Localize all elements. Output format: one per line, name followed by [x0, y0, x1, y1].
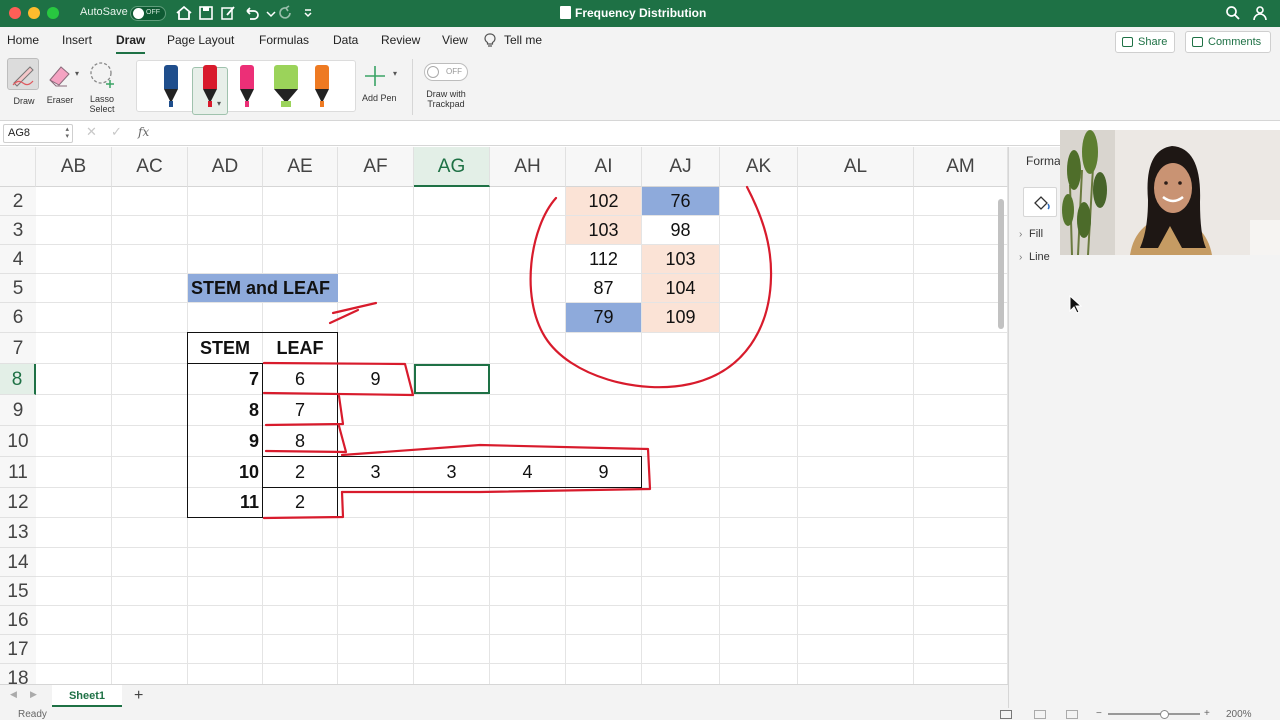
customize-toolbar-icon[interactable] — [299, 4, 317, 22]
redo-icon[interactable] — [276, 4, 294, 22]
home-icon[interactable] — [175, 4, 193, 22]
toggle-knob — [133, 8, 144, 19]
add-pen-plus-icon — [365, 66, 385, 86]
trackpad-label-line1: Draw with — [426, 89, 466, 99]
tab-draw[interactable]: Draw — [116, 33, 146, 54]
toggle-knob — [427, 66, 439, 78]
lasso-label-line2: Select — [89, 104, 115, 114]
eraser-dropdown-icon[interactable]: ▾ — [75, 69, 79, 78]
pen-palette: ▾ — [136, 60, 356, 115]
name-box-value: AG8 — [8, 127, 31, 139]
excel-window: AutoSave OFF Frequency Distribution Home… — [0, 0, 1280, 720]
add-pen-label: Add Pen — [362, 93, 397, 103]
blue-pen-icon[interactable] — [163, 65, 179, 109]
trackpad-label: Draw with Trackpad — [418, 89, 474, 109]
lasso-icon — [90, 62, 114, 88]
ribbon-divider — [412, 59, 413, 115]
ribbon-tabs: Home Insert Draw Page Layout Formulas Da… — [0, 27, 1280, 55]
ink-annotations — [262, 185, 773, 520]
spreadsheet-grid[interactable]: AB AC AD AE AF AG AH AI AJ AK AL AM 2 3 4 5 6 7 8 9 10 11 12 1… — [0, 147, 1008, 684]
account-icon[interactable] — [1251, 4, 1269, 22]
next-sheet-icon[interactable]: ▶ — [30, 689, 37, 700]
page-break-view-icon[interactable] — [1066, 710, 1078, 719]
comment-icon — [1192, 37, 1203, 47]
undo-icon[interactable] — [242, 4, 260, 22]
vertical-scrollbar[interactable] — [998, 199, 1004, 329]
comments-button[interactable]: Comments — [1185, 31, 1271, 53]
close-window-button[interactable] — [9, 7, 21, 19]
eraser-tool-button[interactable]: Eraser — [45, 60, 75, 105]
trackpad-label-line2: Trackpad — [427, 99, 465, 109]
normal-view-icon[interactable] — [1000, 710, 1012, 719]
tab-view[interactable]: View — [442, 33, 468, 47]
tab-review[interactable]: Review — [381, 33, 420, 47]
document-title-text: Frequency Distribution — [575, 6, 707, 20]
green-highlighter-icon[interactable] — [273, 65, 299, 109]
sheet-tab-bar: ◀ ▶ Sheet1 + — [0, 684, 1008, 708]
pen-draw-icon — [12, 66, 34, 87]
sheet-tab-sheet1[interactable]: Sheet1 — [52, 685, 122, 707]
share-icon — [1122, 37, 1133, 47]
paint-bucket-icon — [1034, 196, 1050, 210]
tab-page-layout[interactable]: Page Layout — [167, 33, 234, 47]
cancel-entry-icon[interactable]: ✕ — [86, 124, 97, 140]
add-pen-dropdown-icon: ▾ — [393, 69, 398, 78]
eraser-icon — [49, 66, 70, 87]
save-icon[interactable] — [197, 4, 215, 22]
lasso-label-line1: Lasso — [89, 94, 115, 104]
document-title: Frequency Distribution — [560, 6, 706, 20]
fill-chevron-icon[interactable]: › — [1019, 229, 1022, 240]
search-icon[interactable] — [1224, 4, 1242, 22]
add-sheet-icon[interactable]: + — [134, 687, 143, 705]
name-box[interactable]: AG8 ▴ ▾ — [3, 124, 73, 143]
zoom-slider-knob[interactable] — [1160, 710, 1169, 719]
zoom-level[interactable]: 200% — [1226, 709, 1252, 720]
share-label: Share — [1138, 36, 1168, 48]
draw-ribbon: Draw Eraser ▾ Lasso Select ▾ ▾ Add Pen O… — [0, 55, 1280, 121]
lasso-select-button[interactable]: Lasso Select — [88, 60, 118, 114]
tab-insert[interactable]: Insert — [62, 33, 92, 47]
zoom-slider[interactable] — [1108, 713, 1200, 715]
webcam-overlay — [1060, 130, 1280, 255]
confirm-entry-icon[interactable]: ✓ — [111, 124, 122, 140]
zoom-in-icon[interactable]: + — [1204, 708, 1210, 719]
autosave-label: AutoSave — [80, 6, 128, 18]
line-chevron-icon[interactable]: › — [1019, 252, 1022, 263]
pink-pen-icon[interactable] — [239, 65, 255, 109]
autosave-toggle[interactable]: OFF — [130, 6, 166, 21]
orange-pen-icon[interactable] — [314, 65, 330, 109]
comments-label: Comments — [1208, 36, 1262, 48]
edit-icon[interactable] — [219, 4, 237, 22]
presenter-video-image — [1060, 130, 1280, 255]
prev-sheet-icon[interactable]: ◀ — [10, 689, 17, 700]
zoom-out-icon[interactable]: − — [1096, 708, 1102, 719]
lasso-label: Lasso Select — [72, 94, 132, 114]
draw-tool-button[interactable]: Draw — [7, 58, 39, 106]
minimize-window-button[interactable] — [28, 7, 40, 19]
page-layout-view-icon[interactable] — [1034, 710, 1046, 719]
name-box-stepper-icon: ▴ ▾ — [65, 126, 69, 140]
draw-with-trackpad-toggle[interactable]: OFF — [424, 63, 468, 81]
mouse-pointer-icon — [1069, 295, 1083, 314]
tab-formulas[interactable]: Formulas — [259, 33, 309, 47]
format-pane-title: Forma — [1026, 154, 1061, 168]
status-bar: Ready − + 200% — [0, 708, 1280, 720]
trackpad-toggle-state: OFF — [446, 67, 462, 76]
tell-me-search[interactable]: Tell me — [504, 33, 542, 47]
pen-options-chevron-icon[interactable]: ▾ — [217, 99, 221, 108]
autosave-state: OFF — [146, 9, 160, 16]
lightbulb-icon — [484, 33, 496, 47]
insert-function-button[interactable]: fx — [138, 125, 149, 139]
fill-section[interactable]: Fill — [1029, 228, 1043, 240]
tab-data[interactable]: Data — [333, 33, 358, 47]
tab-home[interactable]: Home — [7, 33, 39, 47]
document-icon — [560, 6, 571, 19]
line-section[interactable]: Line — [1029, 251, 1050, 263]
share-button[interactable]: Share — [1115, 31, 1175, 53]
status-text: Ready — [18, 709, 47, 720]
fill-line-tab[interactable] — [1023, 187, 1057, 217]
zoom-window-button[interactable] — [47, 7, 59, 19]
title-bar: AutoSave OFF Frequency Distribution — [0, 0, 1280, 27]
red-pen-icon[interactable] — [202, 65, 218, 109]
